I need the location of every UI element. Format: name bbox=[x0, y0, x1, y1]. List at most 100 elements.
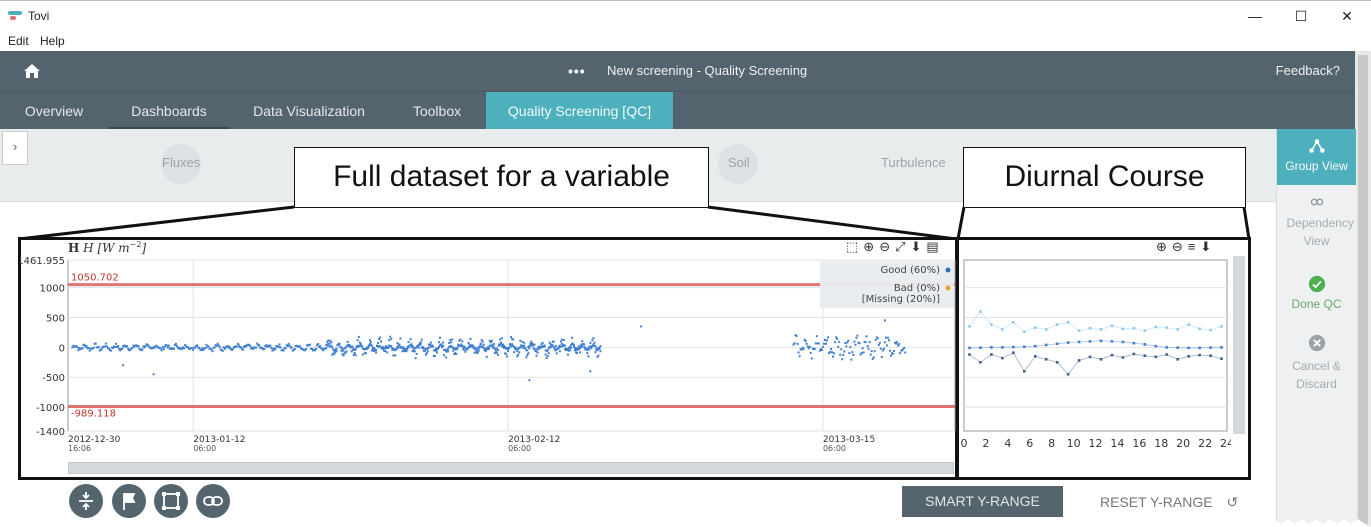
data-point bbox=[338, 343, 341, 346]
data-point bbox=[877, 343, 880, 346]
link-button[interactable] bbox=[196, 484, 230, 518]
data-point bbox=[573, 344, 576, 347]
data-point bbox=[585, 348, 588, 351]
full-dataset-chart[interactable]: 1461.95510005000-500-1000-14002012-12-30… bbox=[20, 256, 956, 462]
data-point bbox=[497, 343, 500, 346]
data-point bbox=[522, 344, 525, 347]
data-point bbox=[235, 345, 238, 348]
data-point bbox=[856, 334, 859, 337]
data-point bbox=[237, 344, 240, 347]
data-point bbox=[346, 340, 349, 343]
diurnal-point bbox=[1033, 355, 1037, 358]
data-point bbox=[386, 351, 389, 354]
legend-bad: Bad (0%) bbox=[894, 283, 940, 294]
data-point bbox=[554, 344, 557, 347]
data-point bbox=[389, 335, 392, 338]
zoom-out-icon[interactable]: ⊖ bbox=[879, 239, 890, 255]
diurnal-point bbox=[1154, 344, 1158, 348]
data-point bbox=[795, 335, 798, 338]
data-point bbox=[87, 346, 90, 349]
reset-y-range-button[interactable]: RESET Y-RANGE ↺ bbox=[1100, 494, 1238, 511]
data-point bbox=[412, 346, 415, 349]
data-point bbox=[841, 358, 844, 361]
diurnal-chart[interactable]: 0 2 4 6 8 10 12 14 16 18 20 22 24 bbox=[959, 256, 1231, 456]
diurnal-point bbox=[1033, 344, 1037, 348]
data-point bbox=[413, 350, 416, 353]
data-point bbox=[457, 343, 460, 346]
data-point bbox=[515, 347, 518, 350]
diurnal-x-tick-label: 18 bbox=[1154, 437, 1168, 450]
data-point bbox=[464, 350, 467, 353]
data-point bbox=[595, 348, 598, 351]
box-select-icon[interactable]: ⬚ bbox=[846, 239, 858, 255]
data-point bbox=[255, 346, 258, 349]
data-point bbox=[506, 355, 509, 358]
data-point bbox=[218, 345, 221, 348]
data-point bbox=[537, 348, 540, 351]
data-point bbox=[317, 343, 320, 346]
download-icon[interactable]: ⬇ bbox=[911, 239, 922, 255]
data-point bbox=[474, 348, 477, 351]
data-point bbox=[826, 339, 829, 342]
data-point bbox=[436, 347, 439, 350]
diurnal-point bbox=[1055, 342, 1059, 346]
data-point bbox=[339, 346, 342, 349]
data-point bbox=[569, 349, 572, 352]
data-point bbox=[211, 350, 214, 353]
data-point bbox=[827, 336, 830, 339]
diurnal-x-tick-label: 24 bbox=[1220, 437, 1231, 450]
data-point bbox=[800, 348, 803, 351]
main-x-tick-time: 06:00 bbox=[823, 444, 846, 453]
data-point bbox=[455, 353, 458, 356]
diurnal-zoom-in-icon[interactable]: ⊕ bbox=[1156, 239, 1167, 255]
data-point bbox=[867, 347, 870, 350]
data-point bbox=[105, 345, 108, 348]
main-x-tick-time: 16:06 bbox=[68, 444, 91, 453]
diurnal-x-tick-label: 14 bbox=[1110, 437, 1124, 450]
data-point bbox=[359, 342, 362, 345]
diurnal-point bbox=[1132, 326, 1136, 330]
zoom-in-icon[interactable]: ⊕ bbox=[863, 239, 874, 255]
diurnal-x-tick-label: 2 bbox=[982, 437, 989, 450]
data-point bbox=[512, 338, 515, 341]
fullscreen-icon[interactable]: ⤢ bbox=[895, 239, 905, 255]
data-point bbox=[481, 340, 484, 343]
menu-lines-icon[interactable]: ≡ bbox=[1188, 239, 1196, 255]
data-point bbox=[355, 345, 358, 348]
data-point bbox=[354, 348, 357, 351]
data-point bbox=[866, 345, 869, 348]
diurnal-chart-toolbar: ⊕ ⊖ ≡ ⬇ bbox=[1156, 239, 1211, 255]
data-point bbox=[376, 344, 379, 347]
outlier-point bbox=[528, 379, 531, 382]
data-point bbox=[560, 338, 563, 341]
split-button[interactable] bbox=[69, 484, 103, 518]
diurnal-vertical-scrollbar[interactable] bbox=[1233, 256, 1245, 434]
select-area-button[interactable] bbox=[154, 484, 188, 518]
data-point bbox=[588, 348, 591, 351]
data-point bbox=[392, 354, 395, 357]
data-point bbox=[325, 347, 328, 350]
data-point bbox=[420, 338, 423, 341]
smart-y-range-button[interactable]: SMART Y-RANGE bbox=[902, 486, 1063, 517]
data-point bbox=[468, 343, 471, 346]
outlier-point bbox=[640, 325, 643, 328]
data-point bbox=[531, 342, 534, 345]
data-point bbox=[390, 337, 393, 340]
panel-icon[interactable]: ▤ bbox=[926, 239, 938, 255]
chart-horizontal-scrollbar[interactable] bbox=[68, 462, 954, 474]
legend-good-marker bbox=[945, 267, 951, 273]
data-point bbox=[428, 343, 431, 346]
flag-button[interactable] bbox=[112, 484, 146, 518]
diurnal-download-icon[interactable]: ⬇ bbox=[1200, 239, 1211, 255]
diurnal-zoom-out-icon[interactable]: ⊖ bbox=[1172, 239, 1183, 255]
data-point bbox=[183, 347, 186, 350]
diurnal-point bbox=[1077, 329, 1081, 332]
data-point bbox=[884, 336, 887, 339]
data-point bbox=[469, 337, 472, 340]
data-point bbox=[172, 347, 175, 350]
data-point bbox=[415, 352, 418, 355]
data-point bbox=[581, 340, 584, 343]
data-point bbox=[503, 345, 506, 348]
data-point bbox=[517, 353, 520, 356]
data-point bbox=[526, 349, 529, 352]
